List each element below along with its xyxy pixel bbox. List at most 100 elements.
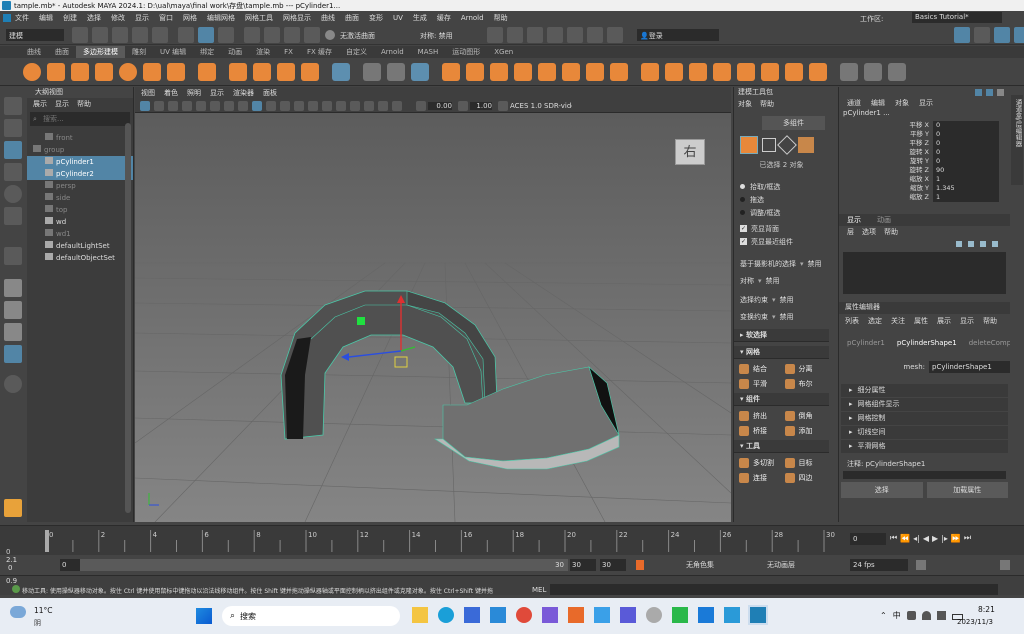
channelbox-menu-item[interactable]: 对象 (895, 98, 909, 108)
channel-value[interactable]: 0 (933, 139, 999, 148)
smooth-icon[interactable] (562, 62, 580, 81)
outliner-item[interactable]: wd (27, 216, 133, 228)
menu-item[interactable]: 文件 (15, 13, 29, 23)
camera-select-row[interactable]: 基于摄影机的选择 ▾ 禁用 (740, 258, 829, 270)
xray-icon[interactable] (364, 100, 374, 111)
channel-row[interactable]: 缩放 X 1 (839, 175, 1010, 184)
render-settings-icon[interactable] (527, 27, 543, 43)
layer-tab[interactable]: 显示 (847, 215, 861, 225)
symmetry-row[interactable]: 对称 ▾ 禁用 (740, 275, 829, 287)
channelbox-menu-item[interactable]: 显示 (919, 98, 933, 108)
view-transform-icon[interactable] (498, 100, 508, 111)
transform-constraint-row[interactable]: 变换约束 ▾ 禁用 (740, 311, 829, 323)
go-end-icon[interactable]: ⏭ (964, 533, 971, 543)
select-tool-icon[interactable] (4, 97, 22, 115)
snap-grid-icon[interactable] (244, 27, 260, 43)
wifi-icon[interactable] (921, 611, 931, 620)
toolkit-checkbox[interactable]: ✓ 亮显最近组件 (740, 235, 829, 248)
toolkit-button[interactable]: 连接 (736, 470, 782, 485)
shadows-icon[interactable] (294, 100, 304, 111)
attribute-section[interactable]: ▸ 平滑网格 (841, 440, 1008, 453)
menu-item[interactable]: 选择 (87, 13, 101, 23)
channel-row[interactable]: 平移 X 0 (839, 121, 1010, 130)
resolution-gate-icon[interactable] (224, 100, 234, 111)
platonic-solid-icon[interactable] (198, 62, 216, 81)
tools-section[interactable]: ▾ 工具 (734, 440, 829, 453)
layer-menu-item[interactable]: 帮助 (884, 227, 898, 237)
range-inner-start-field[interactable]: 0 (60, 559, 80, 571)
layer-tab[interactable]: 动画 (877, 215, 891, 225)
start-icon[interactable] (196, 608, 212, 624)
move-tool-icon[interactable] (4, 163, 22, 181)
store-icon[interactable] (464, 607, 480, 623)
select-button[interactable]: 选择 (841, 482, 923, 498)
pick-option-radio[interactable]: 拾取/框选 (740, 180, 829, 193)
outliner-menu-item[interactable]: 帮助 (77, 99, 91, 109)
component-section[interactable]: ▾ 组件 (734, 393, 829, 406)
outliner-menu-item[interactable]: 显示 (55, 99, 69, 109)
viewport-menu-item[interactable]: 着色 (164, 88, 178, 98)
channel-value[interactable]: 90 (933, 166, 999, 175)
channel-box-toggle-icon[interactable] (1014, 27, 1024, 43)
object-mode-icon[interactable] (740, 136, 758, 154)
outliner-item[interactable]: top (27, 204, 133, 216)
layer-up-icon[interactable] (980, 241, 986, 247)
symmetry-dropdown[interactable]: 对称: 禁用 (418, 29, 476, 41)
maya-taskbar-icon[interactable] (748, 605, 768, 625)
toolkit-checkbox[interactable]: ✓ 亮显背面 (740, 222, 829, 235)
tray-app-icon[interactable] (906, 611, 916, 620)
grid-toggle-icon[interactable] (196, 100, 206, 111)
bookmark-icon[interactable] (168, 100, 178, 111)
mel-label[interactable]: MEL (532, 586, 546, 594)
layer-menu-item[interactable]: 层 (847, 227, 854, 237)
channel-value[interactable]: 0 (933, 130, 999, 139)
shelf-tab[interactable]: FX 缓存 (300, 46, 339, 58)
snap-plane-icon[interactable] (304, 27, 320, 43)
toolkit-menu-item[interactable]: 帮助 (760, 99, 774, 109)
layer-new-selected-icon[interactable] (968, 241, 974, 247)
textured-icon[interactable] (266, 100, 276, 111)
menu-item[interactable]: 编辑 (39, 13, 53, 23)
shelf-tab[interactable]: FX (277, 46, 300, 58)
edge-icon[interactable] (438, 607, 454, 623)
gamma-value[interactable]: 1.00 (470, 101, 492, 110)
ipr-icon[interactable] (507, 27, 523, 43)
live-surface-field[interactable]: 无激活曲面 (338, 29, 403, 41)
baidu-netdisk-icon[interactable] (594, 607, 610, 623)
camera-select-icon[interactable] (140, 100, 150, 111)
paint-select-icon[interactable] (4, 141, 22, 159)
svg-icon[interactable] (301, 62, 319, 81)
shelf-tab[interactable]: 运动图形 (445, 46, 487, 58)
outliner-item[interactable]: persp (27, 180, 133, 192)
poly-cylinder-icon[interactable] (71, 62, 89, 81)
two-view-icon[interactable] (4, 323, 22, 341)
pick-option-radio[interactable]: 调整/框选 (740, 206, 829, 219)
menu-item[interactable]: 生成 (413, 13, 427, 23)
avatar-app-icon[interactable] (646, 607, 662, 623)
merge-icon[interactable] (761, 62, 779, 81)
type-text-icon[interactable] (277, 62, 295, 81)
shelf-tab[interactable]: 多边形建模 (76, 46, 125, 58)
render-icon[interactable] (487, 27, 503, 43)
shelf-tab[interactable]: 动画 (221, 46, 249, 58)
outliner-scrollbar[interactable] (125, 123, 131, 513)
channel-row[interactable]: 缩放 Z 1 (839, 193, 1010, 202)
tool-settings-toggle-icon[interactable] (994, 27, 1010, 43)
combine-icon[interactable] (442, 62, 460, 81)
outliner-item[interactable]: pCylinder1 (27, 156, 133, 168)
arnold-render-icon[interactable] (567, 27, 583, 43)
shelf-tab[interactable]: 雕刻 (125, 46, 153, 58)
taskbar-search[interactable]: ⌕ 搜索 (222, 606, 400, 626)
layer-down-icon[interactable] (992, 241, 998, 247)
channel-row[interactable]: 平移 Y 0 (839, 130, 1010, 139)
outliner-item[interactable]: defaultObjectSet (27, 252, 133, 264)
channel-row[interactable]: 平移 Z 0 (839, 139, 1010, 148)
attribute-menu-item[interactable]: 显示 (960, 316, 974, 326)
snap-curve-icon[interactable] (264, 27, 280, 43)
clock-time[interactable]: 8:21 (978, 605, 995, 614)
outliner-item[interactable]: front (27, 132, 133, 144)
smooth-shade-icon[interactable] (252, 100, 262, 111)
view-cube[interactable]: 右 (675, 139, 705, 165)
outliner-item[interactable]: pCylinder2 (27, 168, 133, 180)
shelf-tab[interactable]: 曲线 (20, 46, 48, 58)
